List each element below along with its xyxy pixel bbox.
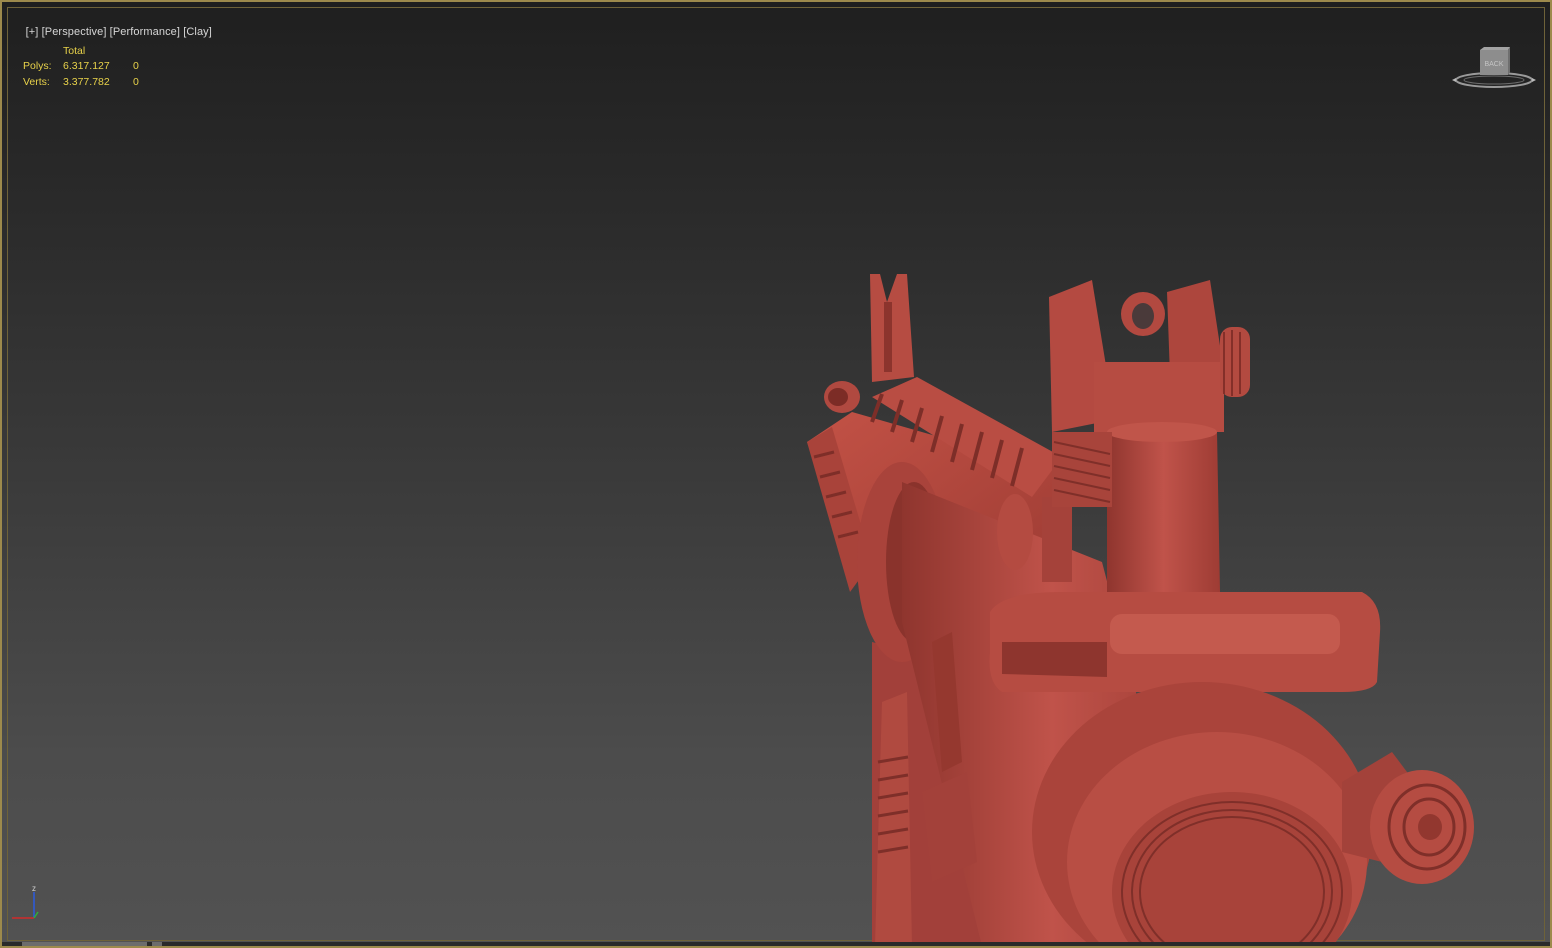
viewcube-face-label: BACK [1484, 61, 1503, 68]
stats-total: 6.317.127 [63, 60, 110, 72]
stats-row-verts: Verts: 3.377.782 0 [23, 74, 163, 90]
rear-sight [1049, 280, 1250, 432]
viewport-bottom-strip [2, 942, 1550, 946]
axis-gizmo-icon: z [12, 884, 39, 919]
viewport-preset-menu[interactable]: [Performance] [110, 26, 180, 38]
muzzle [824, 381, 860, 413]
elevation-drum [1052, 432, 1112, 507]
sight-column [1107, 422, 1220, 592]
bottom-tab[interactable] [22, 942, 147, 946]
stats-selected: 0 [133, 60, 139, 72]
axis-z-label: z [32, 884, 36, 893]
viewport-pov-menu[interactable]: [Perspective] [42, 26, 107, 38]
stats-label: Polys: [23, 60, 52, 72]
stats-selected: 0 [133, 76, 139, 88]
stats-total: 3.377.782 [63, 76, 110, 88]
stats-row-polys: Polys: 6.317.127 0 [23, 58, 163, 74]
perspective-viewport[interactable]: [+] [Perspective] [Performance] [Clay] T… [0, 0, 1552, 948]
front-sight-post [870, 274, 914, 382]
viewport-shading-menu[interactable]: [Clay] [183, 26, 212, 38]
viewport-general-menu[interactable]: [+] [26, 26, 39, 38]
viewcube-icon[interactable]: BACK [1450, 42, 1538, 96]
stats-label: Verts: [23, 76, 50, 88]
rifle-model-render[interactable] [2, 2, 1550, 946]
statistics-overlay: Total Polys: 6.317.127 0 Verts: 3.377.78… [23, 45, 163, 90]
stats-header: Total [63, 45, 86, 57]
handle-mount [989, 592, 1381, 692]
bottom-tab[interactable] [152, 942, 162, 946]
